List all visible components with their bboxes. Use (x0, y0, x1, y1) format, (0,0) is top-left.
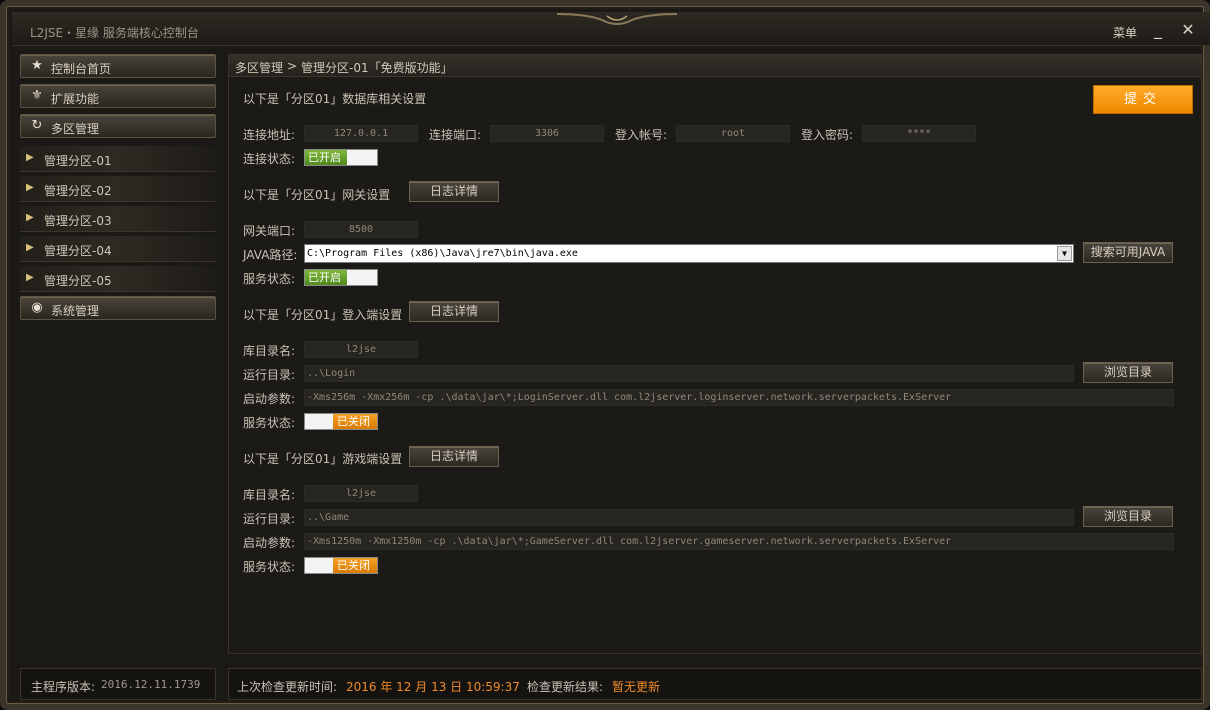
db-status-label: 连接状态: (243, 152, 296, 166)
sidebar-item-system[interactable]: ◉ 系统管理 (20, 296, 216, 320)
login-browse-button[interactable]: 浏览目录 (1083, 362, 1173, 383)
login-status-label: 服务状态: (243, 416, 296, 430)
gateway-log-button[interactable]: 日志详情 (409, 181, 499, 202)
sidebar-item-label: 多区管理 (51, 122, 100, 136)
game-args-field[interactable]: -Xms1250m -Xmx1250m -cp .\data\jar\*;Gam… (304, 533, 1174, 550)
breadcrumb-current: 管理分区-01「免费版功能」 (301, 61, 453, 75)
game-dbname-field[interactable]: l2jse (304, 485, 418, 502)
breadcrumb: 多区管理 > 管理分区-01「免费版功能」 (229, 55, 1201, 77)
game-rundir-field[interactable]: ..\Game (304, 509, 1074, 526)
game-dbname-label: 库目录名: (243, 488, 296, 502)
zone-label: 管理分区-04 (44, 244, 112, 258)
minimize-button[interactable]: _ (1148, 20, 1168, 40)
version-label: 主程序版本: (31, 680, 96, 694)
star-icon: ★ (31, 58, 43, 73)
flag-icon: ▶ (26, 272, 34, 283)
database-heading: 以下是「分区01」数据库相关设置 (243, 92, 427, 106)
db-status-toggle[interactable]: 已开启 (304, 149, 378, 166)
status-on-badge: 已开启 (305, 150, 347, 165)
game-status-toggle[interactable]: 已关闭 (304, 557, 378, 574)
db-port-field[interactable]: 3306 (490, 125, 604, 142)
game-browse-button[interactable]: 浏览目录 (1083, 506, 1173, 527)
login-dbname-label: 库目录名: (243, 344, 296, 358)
sidebar-item-home[interactable]: ★ 控制台首页 (20, 54, 216, 78)
status-bar: 上次检查更新时间: 2016 年 12 月 13 日 10:59:37 检查更新… (228, 668, 1202, 700)
java-path-select[interactable]: C:\Program Files (x86)\Java\jre7\bin\jav… (304, 244, 1074, 263)
flag-icon: ▶ (26, 182, 34, 193)
menu-button[interactable]: 菜单 (1113, 24, 1137, 41)
gateway-status-toggle[interactable]: 已开启 (304, 269, 378, 286)
zone-label: 管理分区-03 (44, 214, 112, 228)
sidebar-item-label: 控制台首页 (51, 62, 112, 76)
flag-icon: ▶ (26, 242, 34, 253)
app-title: L2JSE・星缘 服务端核心控制台 (30, 26, 199, 40)
last-check-label: 上次检查更新时间: (237, 680, 338, 694)
login-rundir-field[interactable]: ..\Login (304, 365, 1074, 382)
login-args-field[interactable]: -Xms256m -Xmx256m -cp .\data\jar\*;Login… (304, 389, 1174, 406)
login-heading: 以下是「分区01」登入端设置 (243, 308, 403, 322)
db-account-label: 登入帐号: (615, 128, 668, 142)
chevron-down-icon[interactable]: ▼ (1057, 246, 1072, 261)
gateway-port-field[interactable]: 8500 (304, 221, 418, 238)
status-off-badge: 已关闭 (333, 414, 377, 429)
version-box: 主程序版本: 2016.12.11.1739 (20, 668, 216, 700)
status-on-badge: 已开启 (305, 270, 347, 285)
eye-icon: ◉ (31, 300, 43, 315)
game-heading: 以下是「分区01」游戏端设置 (243, 452, 403, 466)
sidebar-item-multi-zone[interactable]: ↻ 多区管理 (20, 114, 216, 138)
game-args-label: 启动参数: (243, 536, 296, 550)
zone-label: 管理分区-05 (44, 274, 112, 288)
update-result-label: 检查更新结果: (527, 680, 604, 694)
java-path-label: JAVA路径: (243, 248, 298, 262)
close-button[interactable]: ✕ (1178, 20, 1198, 40)
db-account-field[interactable]: root (676, 125, 790, 142)
title-bar[interactable]: L2JSE・星缘 服务端核心控制台 菜单 _ ✕ (12, 12, 1210, 46)
fleur-de-lis-icon: ⚜ (31, 88, 43, 103)
db-address-label: 连接地址: (243, 128, 296, 142)
main-panel: 多区管理 > 管理分区-01「免费版功能」 提交 以下是「分区01」数据库相关设… (228, 54, 1202, 654)
gateway-heading: 以下是「分区01」网关设置 (243, 188, 391, 202)
flag-icon: ▶ (26, 212, 34, 223)
db-address-field[interactable]: 127.0.0.1 (304, 125, 418, 142)
sidebar-item-zone-02[interactable]: ▶ 管理分区-02 (20, 176, 216, 202)
breadcrumb-separator: > (287, 59, 298, 73)
game-rundir-label: 运行目录: (243, 512, 296, 526)
login-args-label: 启动参数: (243, 392, 296, 406)
breadcrumb-root[interactable]: 多区管理 (235, 59, 283, 76)
java-path-value: C:\Program Files (x86)\Java\jre7\bin\jav… (307, 248, 578, 259)
login-status-toggle[interactable]: 已关闭 (304, 413, 378, 430)
sidebar-item-zone-05[interactable]: ▶ 管理分区-05 (20, 266, 216, 292)
db-port-label: 连接端口: (429, 128, 482, 142)
status-off-badge: 已关闭 (333, 558, 377, 573)
flag-icon: ▶ (26, 152, 34, 163)
login-dbname-field[interactable]: l2jse (304, 341, 418, 358)
submit-button[interactable]: 提交 (1093, 85, 1193, 114)
sidebar-item-label: 扩展功能 (51, 92, 100, 106)
search-java-button[interactable]: 搜索可用JAVA (1083, 242, 1173, 263)
sidebar-item-zone-04[interactable]: ▶ 管理分区-04 (20, 236, 216, 262)
sidebar-item-label: 系统管理 (51, 304, 100, 318)
db-password-label: 登入密码: (801, 128, 854, 142)
login-log-button[interactable]: 日志详情 (409, 301, 499, 322)
refresh-icon: ↻ (31, 118, 43, 133)
sidebar-item-extensions[interactable]: ⚜ 扩展功能 (20, 84, 216, 108)
zone-label: 管理分区-02 (44, 184, 112, 198)
game-status-label: 服务状态: (243, 560, 296, 574)
version-value: 2016.12.11.1739 (101, 678, 201, 691)
title-ornament-icon (557, 13, 677, 25)
sidebar-item-zone-01[interactable]: ▶ 管理分区-01 (20, 146, 216, 172)
gateway-port-label: 网关端口: (243, 224, 296, 238)
update-result-value: 暂无更新 (612, 680, 661, 694)
sidebar-item-zone-03[interactable]: ▶ 管理分区-03 (20, 206, 216, 232)
zone-label: 管理分区-01 (44, 154, 112, 168)
db-password-field[interactable]: **** (862, 125, 976, 142)
gateway-status-label: 服务状态: (243, 272, 296, 286)
last-check-value: 2016 年 12 月 13 日 10:59:37 (346, 680, 520, 694)
login-rundir-label: 运行目录: (243, 368, 296, 382)
game-log-button[interactable]: 日志详情 (409, 446, 499, 467)
app-window: L2JSE・星缘 服务端核心控制台 菜单 _ ✕ ★ 控制台首页 ⚜ 扩展功能 … (0, 0, 1210, 710)
